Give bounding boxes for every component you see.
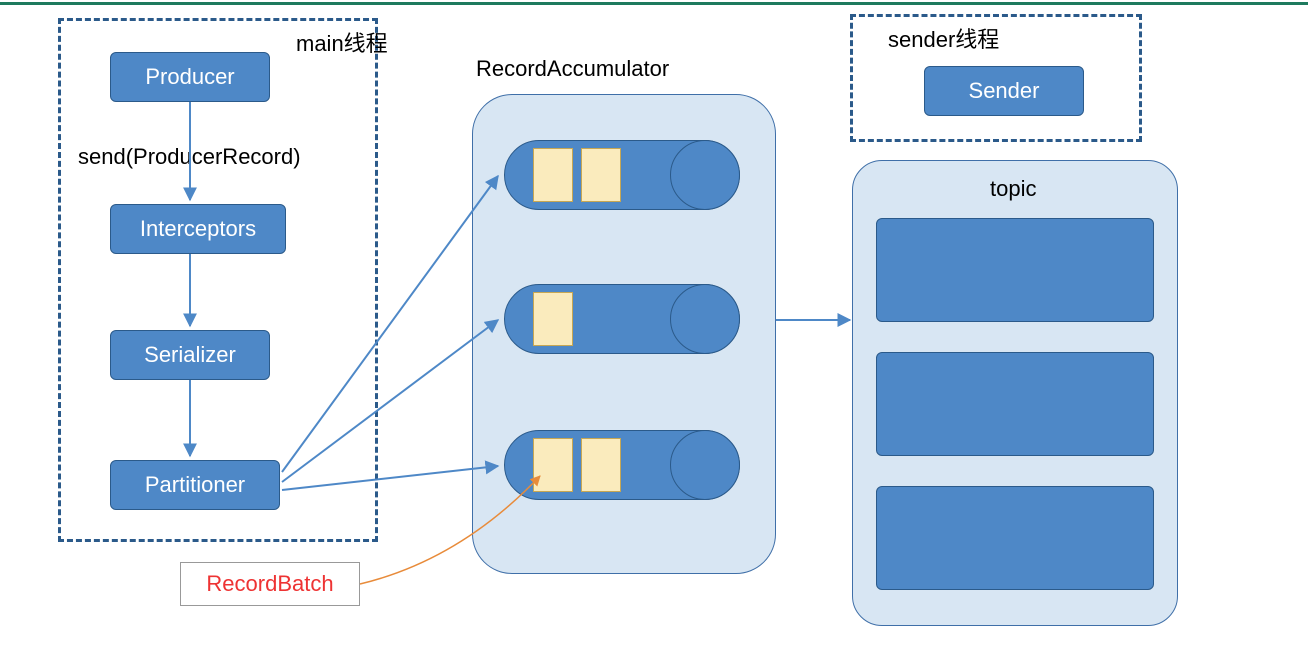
interceptors-label: Interceptors [140,216,256,242]
partitioner-label: Partitioner [145,472,245,498]
main-thread-label: main线程 [296,26,388,58]
serializer-box: Serializer [110,330,270,380]
deque-3 [504,430,740,500]
sender-label: Sender [969,78,1040,104]
producer-box: Producer [110,52,270,102]
record-batch-box: RecordBatch [180,562,360,606]
sender-thread-label: sender线程 [888,22,999,54]
send-label: send(ProducerRecord) [78,144,301,170]
deque-cap [670,284,740,354]
interceptors-box: Interceptors [110,204,286,254]
record-batch-item [533,148,573,202]
record-batch-item [581,148,621,202]
topic-partition-2 [876,352,1154,456]
record-accumulator-label: RecordAccumulator [476,56,669,82]
serializer-label: Serializer [144,342,236,368]
deque-cap [670,140,740,210]
top-border [0,2,1308,5]
topic-partition-1 [876,218,1154,322]
producer-label: Producer [145,64,234,90]
deque-2 [504,284,740,354]
record-batch-item [533,438,573,492]
topic-label: topic [990,176,1036,202]
record-batch-item [581,438,621,492]
topic-partition-3 [876,486,1154,590]
deque-cap [670,430,740,500]
record-batch-label: RecordBatch [206,571,333,597]
partitioner-box: Partitioner [110,460,280,510]
deque-1 [504,140,740,210]
sender-box: Sender [924,66,1084,116]
record-batch-item [533,292,573,346]
